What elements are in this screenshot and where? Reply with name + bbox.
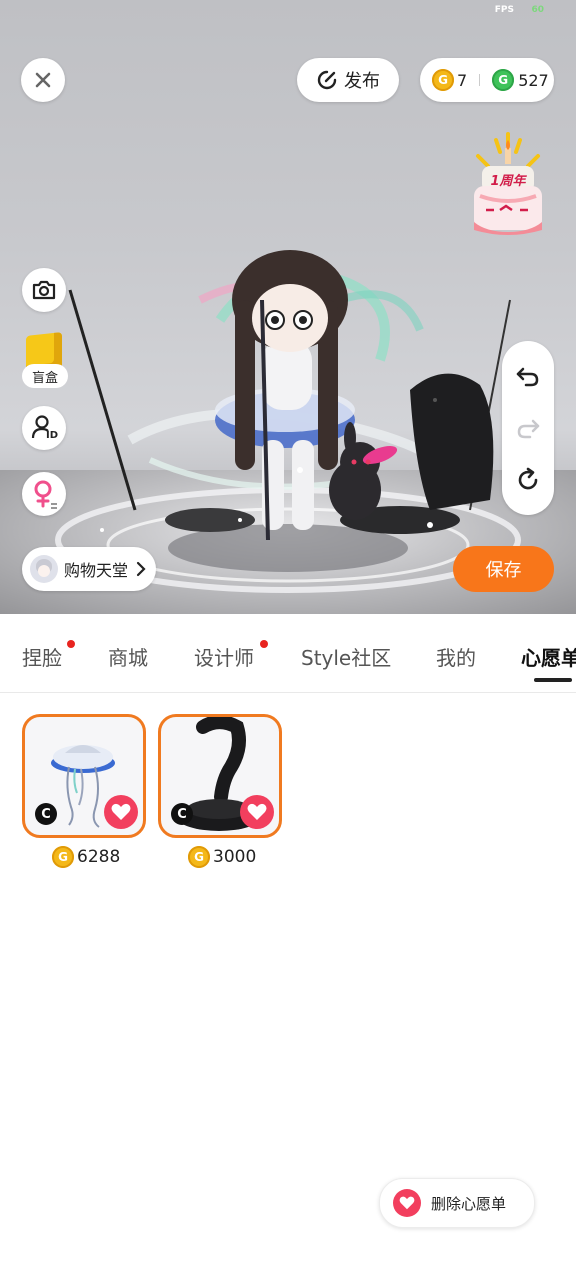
save-button[interactable]: 保存 [453, 546, 554, 592]
wishlist-heart-button[interactable] [240, 795, 274, 829]
history-panel [502, 341, 554, 515]
tab-face-badge [67, 640, 75, 648]
avatar-id-button[interactable]: ID [22, 406, 66, 450]
currency-pill[interactable]: G 7 G 527 [420, 58, 554, 102]
anniversary-cake-button[interactable]: 1周年 [466, 126, 550, 238]
fps-value: 60 [531, 5, 544, 15]
tab-designer[interactable]: 设计师 [194, 642, 254, 671]
female-icon [34, 480, 57, 509]
publish-icon [317, 70, 337, 90]
blind-box-label: 盲盒 [22, 364, 68, 388]
shopping-paradise-button[interactable]: 购物天堂 [22, 547, 156, 591]
anniversary-label: 1周年 [490, 174, 526, 189]
heart-icon [393, 1189, 421, 1217]
close-icon [35, 72, 51, 88]
gold-coin-count: 7 [457, 70, 468, 90]
price-value: 6288 [77, 847, 121, 867]
copyright-badge: C [171, 803, 193, 825]
heart-icon [247, 803, 267, 820]
gender-switch-button[interactable] [22, 472, 66, 516]
wishlist-item-1-price: G 6288 [52, 846, 120, 868]
green-coin-icon: G [492, 69, 515, 91]
close-button[interactable] [21, 58, 65, 102]
redo-icon[interactable] [515, 415, 541, 441]
tab-designer-badge [260, 640, 268, 648]
undo-icon[interactable] [515, 363, 541, 389]
reset-icon[interactable] [515, 467, 541, 493]
chevron-right-icon [136, 561, 146, 577]
wishlist-heart-button[interactable] [104, 795, 138, 829]
green-coin-count: 527 [518, 70, 549, 90]
price-value: 3000 [213, 847, 257, 867]
delete-wishlist-label: 删除心愿单 [431, 1194, 507, 1213]
tab-wishlist[interactable]: 心愿单 [521, 642, 576, 671]
currency-divider [479, 74, 481, 86]
id-label: ID [46, 430, 59, 441]
shop-avatar-icon [30, 555, 58, 583]
tab-style-community[interactable]: Style社区 [301, 642, 391, 671]
delete-wishlist-button[interactable]: 删除心愿单 [379, 1178, 535, 1228]
wishlist-item-2-price: G 3000 [188, 846, 256, 868]
heart-icon [111, 803, 131, 820]
wishlist-item-1[interactable]: C [22, 714, 146, 838]
copyright-badge: C [35, 803, 57, 825]
blind-box-button[interactable]: 盲盒 [22, 332, 68, 390]
tab-face[interactable]: 捏脸 [22, 642, 62, 671]
active-tab-indicator [534, 678, 572, 682]
gold-coin-icon: G [432, 69, 454, 91]
tab-mine[interactable]: 我的 [436, 642, 476, 671]
gold-coin-icon: G [188, 846, 210, 868]
publish-button[interactable]: 发布 [297, 58, 399, 102]
camera-icon [32, 280, 56, 300]
category-tabs: 捏脸 商城 设计师 Style社区 我的 心愿单 [0, 614, 576, 693]
gold-coin-icon: G [52, 846, 74, 868]
shopping-label: 购物天堂 [64, 561, 129, 580]
camera-button[interactable] [22, 268, 66, 312]
fps-label: FPS [494, 5, 514, 15]
tab-mall[interactable]: 商城 [108, 642, 148, 671]
wishlist-item-2[interactable]: C [158, 714, 282, 838]
publish-label: 发布 [344, 71, 380, 92]
